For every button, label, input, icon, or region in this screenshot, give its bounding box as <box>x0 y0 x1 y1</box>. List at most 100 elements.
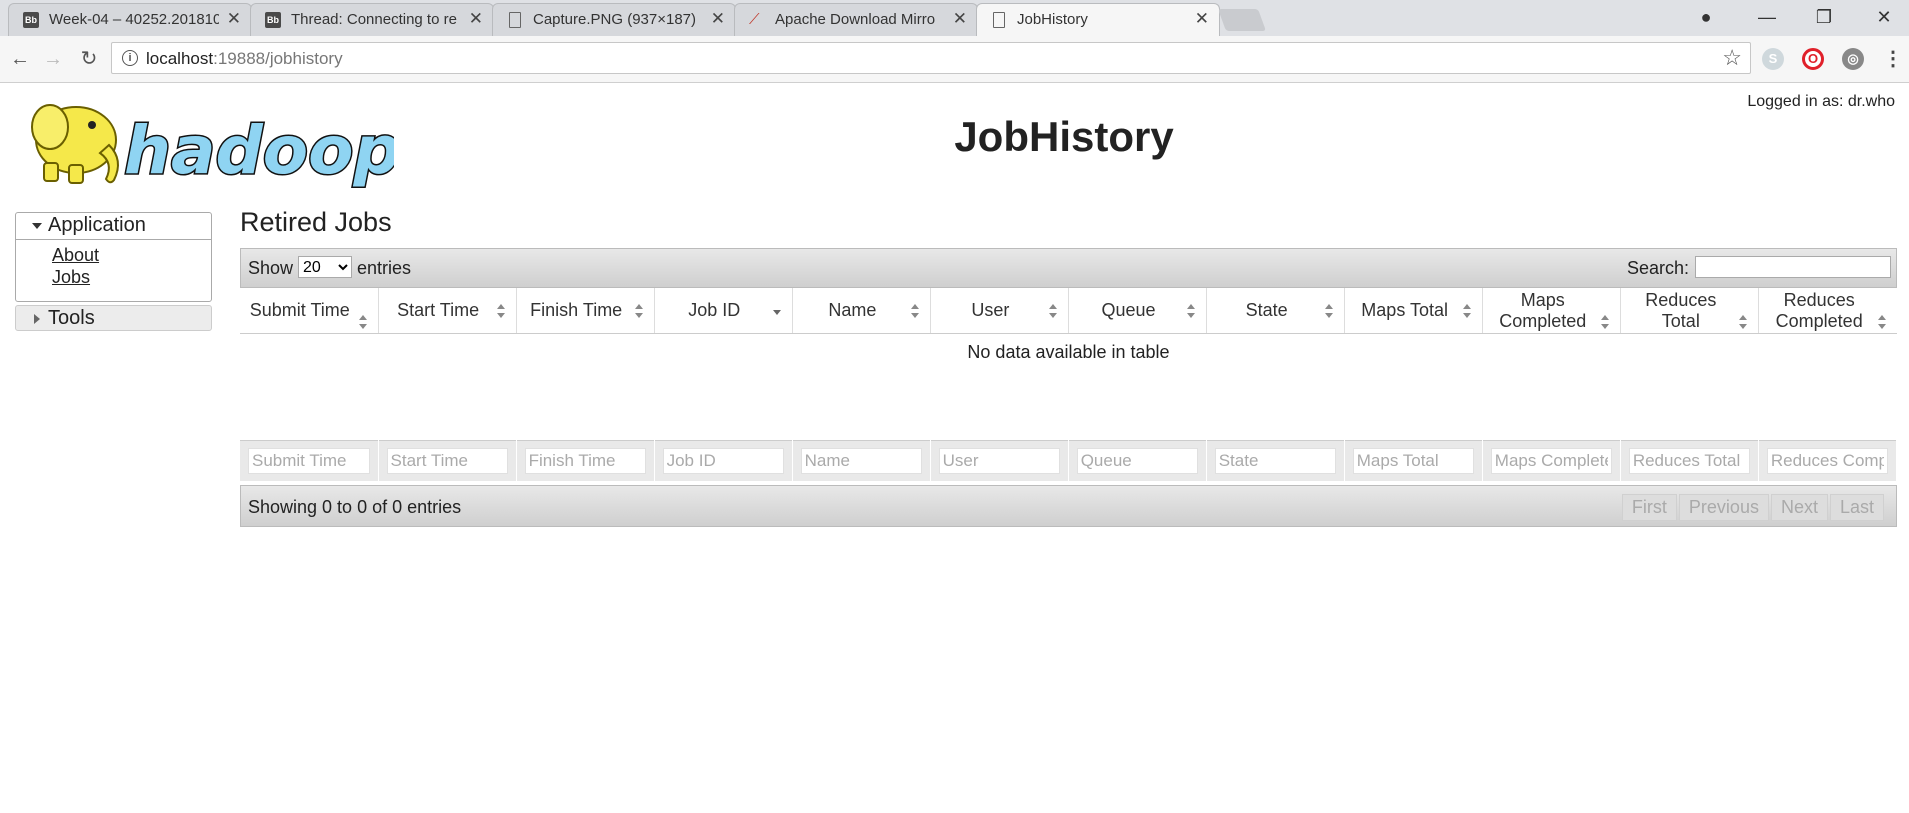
skype-extension-icon[interactable]: S <box>1762 48 1784 70</box>
browser-tab[interactable]: Capture.PNG (937×187) ✕ <box>492 3 736 36</box>
filter-start-time[interactable] <box>386 448 508 474</box>
column-header-reduces-completed[interactable]: Reduces Completed <box>1758 288 1897 334</box>
sidebar-application-header[interactable]: Application <box>16 213 211 240</box>
sidebar-tools-label: Tools <box>48 307 95 329</box>
page-size-select[interactable]: 20 <box>298 256 352 278</box>
pagination: First Previous Next Last <box>1620 494 1884 521</box>
reload-icon[interactable]: ↻ <box>74 44 104 74</box>
browser-tab-active[interactable]: JobHistory ✕ <box>976 3 1220 36</box>
next-page-button[interactable]: Next <box>1770 494 1828 521</box>
table-footer: Showing 0 to 0 of 0 entries First Previo… <box>240 485 1897 527</box>
filter-maps-total[interactable] <box>1352 448 1474 474</box>
profile-icon[interactable]: ● <box>1688 4 1724 30</box>
browser-tab[interactable]: ⟋ Apache Download Mirro ✕ <box>734 3 978 36</box>
column-label: Start Time <box>397 300 480 320</box>
url-host: localhost <box>146 49 214 68</box>
forward-icon[interactable]: → <box>38 44 68 74</box>
filter-name[interactable] <box>800 448 922 474</box>
filter-state[interactable] <box>1214 448 1336 474</box>
last-page-button[interactable]: Last <box>1829 494 1884 521</box>
browser-toolbar: ← → ↻ i localhost:19888/jobhistory ☆ S O… <box>0 36 1909 83</box>
opera-extension-icon[interactable]: O <box>1802 48 1824 70</box>
close-icon[interactable]: ✕ <box>469 9 483 29</box>
back-icon[interactable]: ← <box>5 44 35 74</box>
sidebar-item-about[interactable]: About <box>52 244 211 266</box>
info-icon[interactable]: i <box>122 50 138 66</box>
table-info: Showing 0 to 0 of 0 entries <box>248 497 462 517</box>
close-icon[interactable]: ✕ <box>953 9 967 29</box>
tab-title: Week-04 – 40252.201810 <box>49 11 219 28</box>
close-icon[interactable]: ✕ <box>227 9 241 29</box>
page-title: JobHistory <box>954 113 1174 160</box>
document-icon <box>509 12 521 28</box>
sidebar-application-panel: Application About Jobs <box>15 212 212 302</box>
filter-user[interactable] <box>938 448 1060 474</box>
bookmark-star-icon[interactable]: ☆ <box>1722 45 1742 71</box>
column-label: Reduces Completed <box>1775 289 1863 331</box>
tab-title: Thread: Connecting to re <box>291 11 457 28</box>
sort-desc-icon <box>772 304 782 318</box>
column-label: Submit Time <box>249 300 350 320</box>
entries-label: entries <box>357 258 412 278</box>
previous-page-button[interactable]: Previous <box>1678 494 1769 521</box>
filter-submit-time[interactable] <box>248 448 370 474</box>
sort-icon <box>1187 303 1196 318</box>
column-header-reduces-total[interactable]: Reduces Total <box>1620 288 1760 334</box>
window-close-icon[interactable]: ✕ <box>1866 4 1902 30</box>
column-label: Reduces Total <box>1645 289 1717 331</box>
triangle-down-icon <box>32 223 42 229</box>
table-controls: Show 20 entries Search: <box>240 248 1897 288</box>
sort-icon <box>1601 315 1610 329</box>
search-label: Search: <box>1627 258 1690 278</box>
sidebar-item-jobs[interactable]: Jobs <box>52 266 211 288</box>
column-header-start-time[interactable]: Start Time <box>378 288 517 334</box>
filter-reduces-total[interactable] <box>1628 448 1750 474</box>
minimize-icon[interactable]: — <box>1749 4 1785 30</box>
column-header-state[interactable]: State <box>1206 288 1346 334</box>
column-label: State <box>1245 300 1288 320</box>
column-label: Maps Completed <box>1499 289 1587 331</box>
close-icon[interactable]: ✕ <box>711 9 725 29</box>
column-label: Queue <box>1101 300 1156 320</box>
first-page-button[interactable]: First <box>1621 494 1677 521</box>
column-header-submit-time[interactable]: Submit Time <box>240 288 379 334</box>
sort-icon <box>1048 303 1058 318</box>
jobs-table: Submit Time Start Time Finish Time Job I… <box>240 288 1897 370</box>
restore-icon[interactable]: ❐ <box>1806 4 1842 30</box>
filter-finish-time[interactable] <box>524 448 646 474</box>
document-icon <box>993 12 1005 28</box>
close-icon[interactable]: ✕ <box>1195 9 1209 29</box>
url-text[interactable]: localhost:19888/jobhistory <box>146 49 343 69</box>
browser-tab-bar: Bb Week-04 – 40252.201810 ✕ Bb Thread: C… <box>0 0 1909 36</box>
column-header-queue[interactable]: Queue <box>1068 288 1208 334</box>
column-header-finish-time[interactable]: Finish Time <box>516 288 655 334</box>
filter-maps-completed[interactable] <box>1490 448 1612 474</box>
show-label: Show <box>248 258 294 278</box>
sort-icon <box>358 315 368 329</box>
column-header-user[interactable]: User <box>930 288 1069 334</box>
sort-icon <box>496 303 506 318</box>
column-header-name[interactable]: Name <box>792 288 931 334</box>
sort-icon <box>1739 315 1748 329</box>
new-tab-button[interactable] <box>1217 9 1267 31</box>
column-header-maps-completed[interactable]: Maps Completed <box>1482 288 1622 334</box>
address-bar[interactable]: i localhost:19888/jobhistory ☆ <box>111 42 1751 74</box>
search-input[interactable] <box>1695 256 1891 278</box>
triangle-right-icon <box>34 314 40 324</box>
column-label: Job ID <box>688 300 741 320</box>
empty-table-message: No data available in table <box>967 341 1170 362</box>
menu-kebab-icon[interactable]: ⋮ <box>1882 48 1904 70</box>
filter-queue[interactable] <box>1076 448 1198 474</box>
table-row: No data available in table <box>240 334 1897 371</box>
column-header-maps-total[interactable]: Maps Total <box>1344 288 1484 334</box>
sort-icon <box>910 303 920 318</box>
filter-job-id[interactable] <box>662 448 784 474</box>
browser-tab[interactable]: Bb Thread: Connecting to re ✕ <box>250 3 494 36</box>
tab-title: Capture.PNG (937×187) <box>533 11 697 28</box>
filter-reduces-completed[interactable] <box>1766 448 1888 474</box>
column-header-job-id[interactable]: Job ID <box>654 288 793 334</box>
sidebar-tools-header[interactable]: Tools <box>15 305 212 331</box>
browser-tab[interactable]: Bb Week-04 – 40252.201810 ✕ <box>8 3 252 36</box>
bb-icon: Bb <box>265 12 281 28</box>
extension-icon[interactable]: ◎ <box>1842 48 1864 70</box>
